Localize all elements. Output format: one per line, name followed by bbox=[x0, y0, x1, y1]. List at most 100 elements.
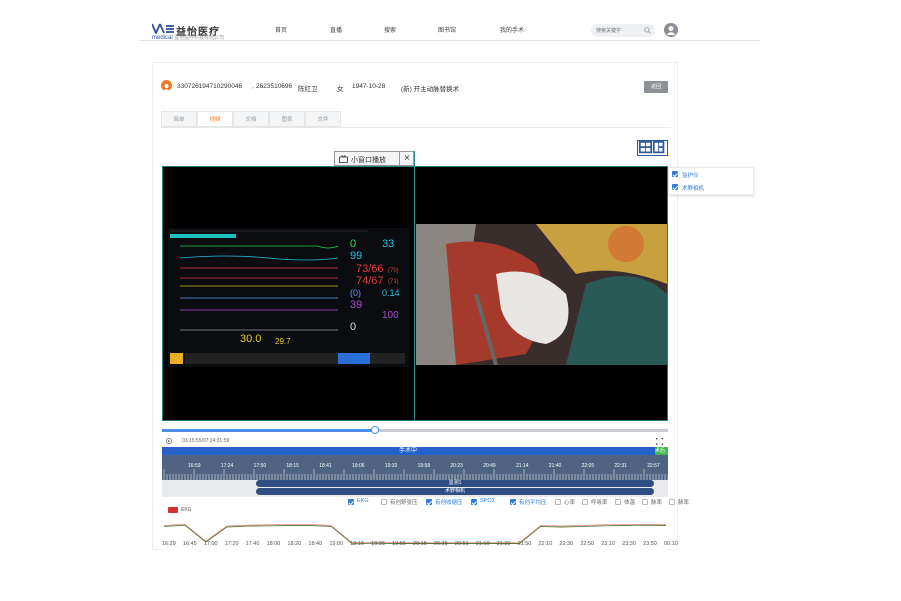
x-tick-label: 16:29 bbox=[162, 541, 176, 547]
patient-id: 33072619471029​0046 bbox=[177, 83, 243, 90]
x-tick-label: 19:00 bbox=[329, 541, 344, 547]
tab-documents[interactable]: 文档 bbox=[233, 111, 269, 127]
layout-toggle[interactable] bbox=[637, 140, 668, 156]
x-tick-label: 23:10 bbox=[601, 541, 616, 547]
x-tick-label: 17:20 bbox=[224, 541, 239, 547]
post-op-label: 术后 bbox=[655, 448, 666, 454]
legend-checkbox[interactable] bbox=[426, 499, 432, 505]
popout-bar[interactable]: 小窗口播放 × bbox=[334, 151, 414, 166]
popout-label: 小窗口播放 bbox=[351, 157, 386, 164]
tab-video[interactable]: 视频 bbox=[197, 111, 233, 127]
source-monitor-label: 监护仪 bbox=[682, 173, 699, 179]
x-tick-label: 20:51 bbox=[454, 541, 469, 547]
tab-bar: 简单 视频 文档 图表 文件 bbox=[161, 111, 671, 128]
ekg-swatch bbox=[168, 507, 178, 513]
progress-handle[interactable] bbox=[371, 426, 379, 434]
legend-label: 有创收缩压 bbox=[435, 500, 463, 506]
ruler-label: 21:14 bbox=[516, 463, 529, 469]
x-tick-label: 21:50 bbox=[517, 541, 532, 547]
monitor-resp: 0 bbox=[350, 321, 357, 333]
legend-label: 呼吸率 bbox=[591, 500, 608, 506]
monitor-abp: 73/66 bbox=[356, 263, 384, 275]
play-icon[interactable] bbox=[166, 438, 172, 444]
ruler-label: 20:23 bbox=[450, 463, 463, 469]
x-tick-label: 21:10 bbox=[475, 541, 490, 547]
patient-info: 33072619471029​0046 , 2623510696 陈红卫 女 1… bbox=[161, 80, 661, 94]
search-icon[interactable] bbox=[644, 27, 651, 34]
post-op-segment[interactable]: 术后 bbox=[655, 447, 668, 455]
back-button[interactable]: 返回 bbox=[644, 81, 668, 93]
track-monitor[interactable]: 监测1 bbox=[256, 480, 654, 487]
legend-checkbox[interactable] bbox=[669, 499, 675, 505]
legend-checkbox[interactable] bbox=[615, 499, 621, 505]
legend-checkbox[interactable] bbox=[348, 499, 354, 505]
logo-icon bbox=[152, 23, 174, 34]
x-tick-label: 21:30 bbox=[496, 541, 511, 547]
checkbox-camera[interactable] bbox=[672, 184, 678, 190]
x-tick-label: 23:50 bbox=[643, 541, 657, 547]
ruler-label: 18:41 bbox=[319, 463, 332, 469]
chart-series-label: EKG bbox=[181, 507, 192, 513]
monitor-feed: 0 99 73/66 (70) 74/67 (71) (0) 39 0 33 0… bbox=[168, 228, 409, 367]
legend-checkbox[interactable] bbox=[510, 499, 516, 505]
nav-live[interactable]: 直播 bbox=[330, 25, 342, 34]
x-tick-label: 18:40 bbox=[308, 541, 323, 547]
header-divider bbox=[140, 40, 760, 41]
logo[interactable]: 益怡医疗 medical 益怡医疗科技有限公司 bbox=[152, 22, 232, 41]
time-ruler[interactable]: 16:59 17:24 17:50 18:15 18:41 19:06 19:32 19:58… bbox=[162, 455, 693, 480]
x-tick-label: 22:30 bbox=[559, 541, 574, 547]
procedure-name: (新) 开主动脉替换术 bbox=[401, 86, 460, 93]
x-tick-label: 19:15 bbox=[350, 541, 365, 547]
legend-checkbox[interactable] bbox=[381, 499, 387, 505]
nav-my-surgery[interactable]: 我的手术 bbox=[500, 25, 524, 34]
ruler-label: 19:58 bbox=[418, 463, 431, 469]
source-camera-label: 术野相机 bbox=[682, 186, 705, 192]
ruler-label: 17:24 bbox=[221, 463, 234, 469]
x-tick-label: 18:00 bbox=[266, 541, 281, 547]
legend-checkbox[interactable] bbox=[471, 499, 477, 505]
x-tick-label: 23:30 bbox=[622, 541, 636, 547]
top-header: 益怡医疗 medical 益怡医疗科技有限公司 首页 直播 搜索 图书馆 我的手… bbox=[0, 0, 901, 42]
user-avatar[interactable] bbox=[664, 23, 678, 37]
fullscreen-icon[interactable] bbox=[656, 438, 663, 445]
nav-search[interactable]: 搜索 bbox=[384, 25, 396, 34]
video-progress-bar[interactable] bbox=[162, 429, 668, 432]
search-input[interactable] bbox=[596, 25, 641, 36]
ruler-label: 17:50 bbox=[254, 463, 267, 469]
monitor-pap: 74/67 bbox=[356, 275, 384, 287]
legend-checkbox[interactable] bbox=[582, 499, 588, 505]
nav-library[interactable]: 图书馆 bbox=[438, 25, 456, 34]
x-tick-label: 22:50 bbox=[580, 541, 595, 547]
ruler-ticks: 16:59 17:24 17:50 18:15 18:41 19:06 19:32 19:58… bbox=[163, 463, 693, 480]
checkbox-monitor[interactable] bbox=[672, 171, 678, 177]
patient-icon bbox=[161, 80, 172, 92]
track-camera[interactable]: 术野相机 bbox=[256, 488, 654, 495]
legend-checkbox[interactable] bbox=[555, 499, 561, 505]
nav-home[interactable]: 首页 bbox=[275, 25, 287, 34]
ruler-label: 22:05 bbox=[582, 463, 595, 469]
search-box[interactable] bbox=[591, 24, 655, 37]
tab-charts[interactable]: 图表 bbox=[269, 111, 305, 127]
legend-checkbox[interactable] bbox=[642, 499, 648, 505]
phase-bar[interactable]: 手术中 bbox=[162, 447, 668, 455]
monitor-abp-mean: (70) bbox=[388, 268, 399, 274]
progress-fill bbox=[162, 429, 375, 432]
tab-files[interactable]: 文件 bbox=[305, 111, 341, 127]
monitor-temp2: 29.7 bbox=[275, 337, 291, 346]
monitor-spo2: 99 bbox=[350, 250, 363, 262]
video-divider[interactable] bbox=[414, 151, 415, 421]
ekg-series-line-overlay bbox=[163, 523, 667, 544]
close-icon[interactable]: × bbox=[399, 151, 414, 166]
ruler-label: 19:32 bbox=[385, 463, 398, 469]
monitor-hr: 0 bbox=[350, 238, 357, 250]
surgical-camera-feed bbox=[416, 224, 667, 365]
monitor-value-100: 100 bbox=[382, 310, 399, 321]
legend-label: 脉率 bbox=[678, 500, 690, 506]
patient-dob: 1947-10-28 bbox=[352, 83, 386, 90]
x-tick-label: 17:00 bbox=[203, 541, 218, 547]
monitor-pap-mean: (71) bbox=[388, 279, 399, 285]
tab-summary[interactable]: 简单 bbox=[161, 111, 197, 127]
player-controls: 03:15:55/07:24:31:59 bbox=[162, 436, 668, 446]
monitor-right-top: 33 bbox=[382, 238, 395, 250]
ruler-label: 22:31 bbox=[614, 463, 627, 469]
